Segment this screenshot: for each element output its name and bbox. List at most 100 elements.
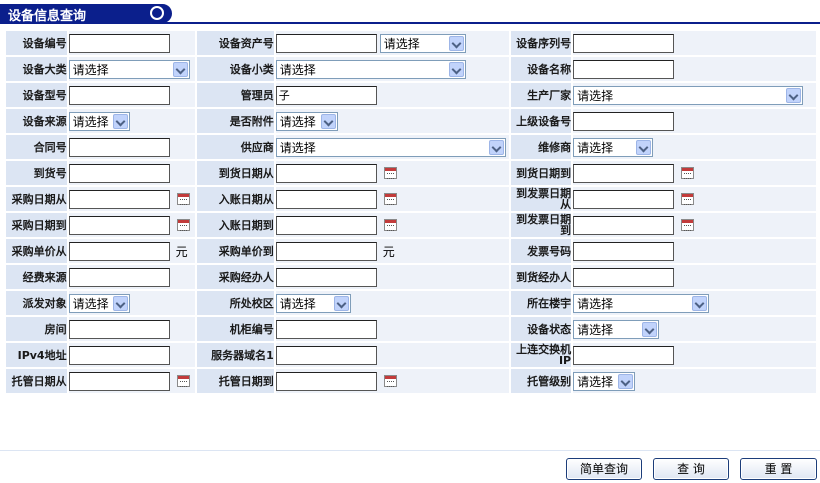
- chevron-down-icon[interactable]: [333, 295, 349, 311]
- text-input[interactable]: [573, 59, 675, 79]
- field-cell: [573, 187, 816, 211]
- calendar-icon[interactable]: [681, 193, 695, 205]
- field-cell: 请选择: [573, 317, 816, 341]
- text-input[interactable]: [68, 319, 170, 339]
- chevron-down-icon[interactable]: [112, 295, 128, 311]
- select-dropdown[interactable]: 请选择: [573, 371, 636, 391]
- field-label: IPv4地址: [6, 343, 67, 367]
- calendar-icon[interactable]: [383, 375, 397, 387]
- field-cell: [68, 343, 195, 367]
- field-label: 到发票日期从: [510, 187, 572, 211]
- select-dropdown[interactable]: 请选择: [275, 293, 351, 313]
- chevron-down-icon[interactable]: [112, 113, 128, 129]
- text-input[interactable]: [573, 215, 675, 235]
- field-cell: 子: [275, 83, 509, 107]
- calendar-icon[interactable]: [176, 375, 190, 387]
- text-input[interactable]: [68, 33, 170, 53]
- field-label: 上连交换机IP: [510, 343, 572, 367]
- text-input[interactable]: [68, 85, 170, 105]
- select-dropdown[interactable]: 请选择: [573, 85, 804, 105]
- select-dropdown[interactable]: 请选择: [68, 111, 130, 131]
- text-input[interactable]: [573, 241, 675, 261]
- calendar-icon[interactable]: [681, 167, 695, 179]
- field-cell: [275, 265, 509, 289]
- reset-button[interactable]: 重 置: [740, 458, 817, 480]
- calendar-icon[interactable]: [176, 193, 190, 205]
- field-label: 所在楼宇: [510, 291, 572, 315]
- text-input[interactable]: [68, 267, 170, 287]
- unit-label: 元: [175, 244, 188, 259]
- calendar-icon[interactable]: [681, 219, 695, 231]
- text-input[interactable]: [275, 33, 377, 53]
- text-input[interactable]: [573, 345, 675, 365]
- text-input[interactable]: [275, 371, 377, 391]
- text-input[interactable]: [68, 371, 170, 391]
- select-dropdown[interactable]: 请选择: [573, 293, 710, 313]
- chevron-down-icon[interactable]: [448, 35, 464, 51]
- field-cell: 元: [68, 239, 195, 263]
- select-value: 请选择: [383, 36, 420, 51]
- select-value: 请选择: [577, 322, 614, 337]
- field-label: 到货号: [6, 161, 67, 185]
- field-label: 采购日期从: [6, 187, 67, 211]
- chevron-down-icon[interactable]: [320, 113, 336, 129]
- calendar-icon[interactable]: [176, 219, 190, 231]
- chevron-down-icon[interactable]: [172, 61, 188, 77]
- select-dropdown[interactable]: 请选择: [275, 137, 506, 157]
- query-button[interactable]: 查 询: [653, 458, 729, 480]
- chevron-down-icon[interactable]: [448, 61, 464, 77]
- text-input[interactable]: [573, 111, 675, 131]
- field-cell: [68, 369, 195, 393]
- field-cell: 请选择: [275, 31, 509, 55]
- select-dropdown[interactable]: 请选择: [573, 319, 660, 339]
- text-input[interactable]: [275, 267, 377, 287]
- text-input[interactable]: [573, 189, 675, 209]
- chevron-down-icon[interactable]: [618, 373, 634, 389]
- text-input[interactable]: [275, 163, 377, 183]
- select-dropdown[interactable]: 请选择: [68, 59, 190, 79]
- chevron-down-icon[interactable]: [636, 139, 652, 155]
- select-value: 请选择: [279, 296, 316, 311]
- text-input[interactable]: 子: [275, 85, 377, 105]
- simple-query-button[interactable]: 简单查询: [566, 458, 642, 480]
- text-input[interactable]: [275, 345, 377, 365]
- chevron-down-icon[interactable]: [692, 295, 708, 311]
- select-dropdown[interactable]: 请选择: [68, 293, 130, 313]
- select-dropdown[interactable]: 请选择: [275, 59, 466, 79]
- text-input[interactable]: [275, 319, 377, 339]
- chevron-down-icon[interactable]: [642, 321, 658, 337]
- text-input[interactable]: [573, 267, 675, 287]
- chevron-down-icon[interactable]: [786, 87, 802, 103]
- form-row: 派发对象 请选择 所处校区 请选择 所在楼宇 请选择: [6, 291, 816, 315]
- text-input[interactable]: [573, 33, 675, 53]
- text-input[interactable]: [275, 215, 377, 235]
- form-bottom-divider: [0, 450, 820, 451]
- calendar-icon[interactable]: [383, 193, 397, 205]
- calendar-icon[interactable]: [383, 219, 397, 231]
- field-label: 采购日期到: [6, 213, 67, 237]
- text-input[interactable]: [68, 345, 170, 365]
- text-input[interactable]: [573, 163, 675, 183]
- text-input[interactable]: [275, 189, 377, 209]
- select-dropdown[interactable]: 请选择: [379, 33, 466, 53]
- text-input[interactable]: [68, 189, 170, 209]
- select-dropdown[interactable]: 请选择: [275, 111, 338, 131]
- calendar-icon[interactable]: [383, 167, 397, 179]
- select-dropdown[interactable]: 请选择: [573, 137, 654, 157]
- page-title: 设备信息查询: [8, 9, 87, 24]
- chevron-down-icon[interactable]: [488, 139, 504, 155]
- text-input[interactable]: [68, 163, 170, 183]
- form-row: IPv4地址 服务器域名1 上连交换机IP: [6, 343, 816, 367]
- field-cell: [275, 187, 509, 211]
- text-input[interactable]: [68, 215, 170, 235]
- collapse-circle-icon[interactable]: [150, 6, 164, 20]
- field-label: 设备小类: [196, 57, 274, 81]
- text-input[interactable]: [68, 137, 170, 157]
- field-cell: 请选择: [573, 369, 816, 393]
- text-input[interactable]: [68, 241, 170, 261]
- title-tab: 设备信息查询: [0, 4, 172, 24]
- text-input[interactable]: [275, 241, 377, 261]
- field-label: 设备大类: [6, 57, 67, 81]
- field-cell: 请选择: [68, 291, 195, 315]
- field-cell: [68, 135, 195, 159]
